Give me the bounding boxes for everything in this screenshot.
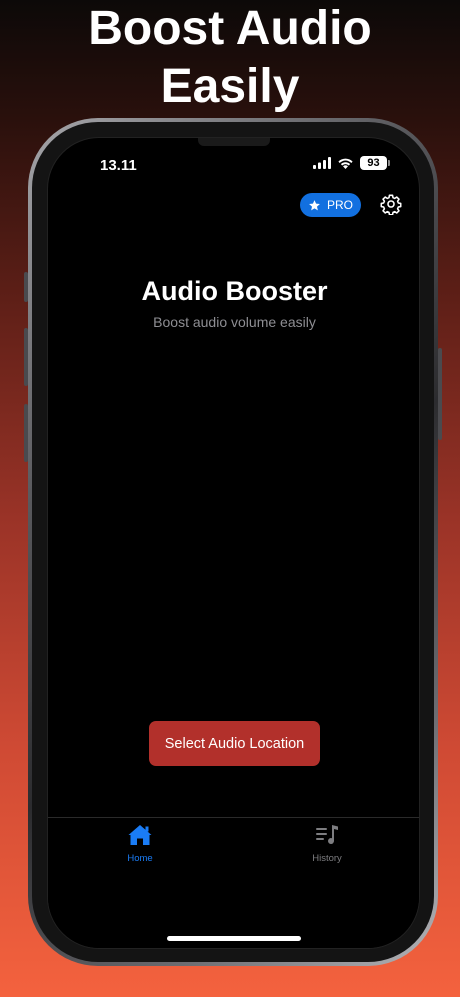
tab-history-label: History: [312, 853, 342, 864]
wifi-icon: [338, 158, 353, 169]
status-time: 13.11: [100, 157, 137, 174]
tab-bar: Home History: [48, 817, 419, 948]
star-icon: [309, 199, 320, 210]
pro-button[interactable]: PRO: [300, 193, 361, 217]
promo-headline: Boost Audio Easily: [0, 0, 460, 116]
tab-home[interactable]: Home: [100, 824, 180, 864]
battery-icon: 93: [360, 156, 390, 170]
mute-switch: [24, 272, 28, 302]
tab-history[interactable]: History: [287, 824, 367, 864]
volume-down-button: [24, 404, 28, 462]
app-subtitle: Boost audio volume easily: [153, 314, 316, 330]
headline-line-2: Easily: [160, 60, 300, 113]
pro-label: PRO: [326, 198, 353, 212]
status-icons: 93: [313, 156, 390, 170]
home-icon: [128, 825, 152, 845]
headline-line-1: Boost Audio: [88, 2, 372, 55]
select-audio-location-button[interactable]: Select Audio Location: [149, 721, 320, 766]
home-indicator[interactable]: [167, 936, 301, 941]
speaker-notch: [198, 138, 270, 146]
app-title: Audio Booster: [141, 276, 328, 306]
music-list-icon: [316, 825, 338, 845]
gear-icon[interactable]: [380, 193, 402, 215]
volume-up-button: [24, 328, 28, 386]
tab-home-label: Home: [127, 853, 153, 864]
app-screen: 13.11 93 PRO Audio Booster Boost audio v…: [47, 137, 420, 949]
signal-icon: [313, 157, 331, 169]
power-button: [438, 348, 442, 440]
